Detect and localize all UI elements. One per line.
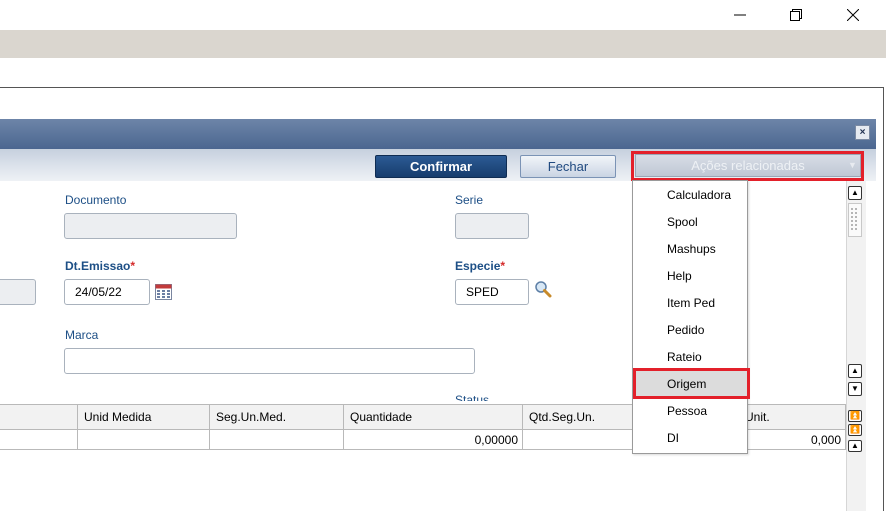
marca-field[interactable] (64, 348, 475, 374)
scroll-page-up-icon[interactable]: ⏫ (848, 424, 862, 436)
grid-cell[interactable]: 0,00000 (344, 430, 523, 450)
menu-item-spool[interactable]: Spool (633, 208, 747, 235)
documento-field[interactable] (64, 213, 237, 239)
required-marker: * (130, 259, 136, 273)
grid-header[interactable]: Unid Medida (78, 404, 210, 430)
grid-header[interactable]: Seg.Un.Med. (210, 404, 344, 430)
dt-emissao-field[interactable]: 24/05/22 (64, 279, 150, 305)
menu-item-rateio[interactable]: Rateio (633, 343, 747, 370)
menu-item-calculadora[interactable]: Calculadora (633, 181, 747, 208)
menu-item-pedido[interactable]: Pedido (633, 316, 747, 343)
close-button[interactable]: Fechar (520, 155, 616, 178)
documento-label: Documento (65, 193, 127, 207)
scroll-up-icon[interactable]: ▲ (848, 186, 862, 200)
minimize-icon (734, 14, 746, 16)
restore-button[interactable] (773, 0, 819, 30)
close-window-button[interactable] (830, 0, 876, 30)
scroll-top-icon[interactable]: ⏫ (848, 410, 862, 422)
dialog-header (0, 119, 876, 149)
especie-label-text: Especie (455, 259, 501, 273)
grid-cell[interactable] (78, 430, 210, 450)
close-icon (847, 9, 859, 21)
dialog-close-button[interactable]: × (855, 125, 870, 140)
serie-label: Serie (455, 193, 484, 207)
grid-header[interactable]: Quantidade (344, 404, 523, 430)
grid-cell[interactable] (0, 430, 78, 450)
dt-emissao-label: Dt.Emissao* (65, 259, 135, 273)
origem-highlight (633, 368, 750, 399)
especie-field[interactable]: SPED (455, 279, 529, 305)
grip-icon (851, 208, 857, 230)
dt-emissao-label-text: Dt.Emissao (65, 259, 131, 273)
menu-item-help[interactable]: Help (633, 262, 747, 289)
calendar-icon[interactable] (155, 284, 172, 300)
status-label: Status (455, 393, 490, 401)
required-marker: * (500, 259, 506, 273)
app-menu-bar (0, 30, 886, 58)
menu-item-mashups[interactable]: Mashups (633, 235, 747, 262)
scroll-thumb[interactable] (848, 203, 862, 237)
especie-label: Especie* (455, 259, 505, 273)
restore-icon (790, 9, 802, 21)
scroll-up-small-icon[interactable]: ▲ (848, 440, 862, 452)
scroll-down-icon[interactable]: ▼ (848, 382, 862, 396)
serie-field[interactable] (455, 213, 529, 239)
menu-item-pessoa[interactable]: Pessoa (633, 397, 747, 424)
partial-field[interactable] (0, 279, 36, 305)
menu-item-di[interactable]: DI (633, 424, 747, 451)
calendar-icon-graphic (155, 284, 172, 300)
scroll-up-icon[interactable]: ▲ (848, 364, 862, 378)
related-actions-menu: Calculadora Spool Mashups Help Item Ped … (632, 180, 748, 454)
grid-header-blank[interactable] (0, 404, 78, 430)
related-actions-highlight (631, 151, 864, 181)
menu-item-item-ped[interactable]: Item Ped (633, 289, 747, 316)
confirm-button[interactable]: Confirmar (375, 155, 507, 178)
minimize-button[interactable] (717, 0, 763, 30)
magnifier-graphic (535, 281, 552, 298)
marca-label: Marca (65, 328, 99, 342)
search-icon[interactable] (534, 280, 552, 298)
grid-cell[interactable] (210, 430, 344, 450)
